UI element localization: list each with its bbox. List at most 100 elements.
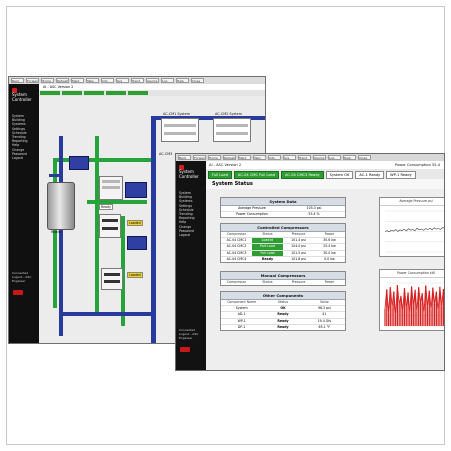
toolbar-button[interactable]: Help [343, 155, 356, 160]
back-status-chip[interactable] [62, 91, 82, 95]
sidebar-menu-item[interactable]: Systems Settings [12, 122, 38, 130]
sidebar-menu-item[interactable]: Logout [179, 233, 205, 237]
column-header: Compressor [226, 232, 247, 236]
toolbar-button[interactable]: Alarms [313, 155, 326, 160]
table-cell: Full Load [252, 250, 283, 256]
compressor-label: AC-CM1 System [163, 112, 191, 116]
toolbar-button[interactable]: Refresh [223, 155, 236, 160]
table-cell: 104.0 psi [291, 244, 306, 249]
status-tag: Loaded [127, 272, 143, 279]
toolbar-button[interactable]: Log [328, 155, 341, 160]
toolbar-button[interactable]: Alarms [146, 78, 159, 83]
blue-pipe [151, 116, 156, 343]
table-cell: Ready [277, 318, 289, 323]
back-sidebar-menu: System Building Systems Settings Schedule Tr… [12, 114, 38, 160]
table-cell: DP-1 [237, 324, 246, 329]
sidebar-footer-line: Engineer [12, 278, 26, 283]
table-cell: 65.1 °F [318, 324, 331, 329]
status-chip[interactable]: Full Load [208, 171, 232, 179]
table-cell: AD-1 [237, 312, 246, 317]
toolbar-button[interactable]: Log [161, 78, 174, 83]
compressor-unit[interactable] [99, 176, 123, 200]
other-components-panel: Other Components Component Name Status Val… [220, 291, 346, 331]
compressor-unit[interactable] [99, 214, 121, 238]
toolbar-button[interactable]: Forward [26, 78, 39, 83]
column-header: Status [277, 300, 289, 304]
toolbar-button[interactable]: Trend [298, 155, 311, 160]
table-cell: 30.0 kw [323, 250, 336, 255]
toolbar-button[interactable]: Tabs [253, 155, 266, 160]
toolbar-button[interactable]: Home [41, 78, 54, 83]
status-chip[interactable]: AC-04 CMC Full Load [233, 171, 280, 179]
dryer-motor[interactable] [69, 156, 89, 170]
table-cell: OK [280, 306, 286, 311]
column-header: Power [324, 280, 335, 284]
toolbar-button[interactable]: Tabs [86, 78, 99, 83]
back-status-chip[interactable] [40, 91, 60, 95]
pressure-chart: Average Pressure psi [379, 197, 444, 257]
toolbar-button[interactable]: Mark [71, 78, 84, 83]
compressor-label: AC-CM2 System [215, 112, 243, 116]
toolbar-button[interactable]: Info [268, 155, 281, 160]
front-header: AI - ASC Version 2 Power Consumption 55.… [206, 161, 444, 169]
system-status-window[interactable]: Back Forward Home Refresh Mark Tabs Info Sys Tre… [175, 153, 445, 371]
series-segment [393, 229, 396, 232]
table-row[interactable]: Power Consumption 55.4 % [221, 212, 345, 217]
toolbar-button[interactable]: Sys [116, 78, 129, 83]
toolbar-button[interactable]: Info [101, 78, 114, 83]
back-toolbar: Back Forward Home Refresh Mark Tabs Info Sys Tre… [9, 77, 265, 84]
air-tank[interactable] [47, 182, 75, 230]
panel-header: System Data [221, 198, 345, 206]
blue-pipe [49, 174, 59, 177]
toolbar-button[interactable]: Help [176, 78, 189, 83]
toolbar-button[interactable]: Mark [238, 155, 251, 160]
toolbar-button[interactable]: Home [208, 155, 221, 160]
toolbar-button[interactable]: Close [191, 78, 204, 83]
sidebar-menu-item[interactable]: Change Password [179, 225, 205, 233]
status-chip[interactable]: AC-1 Ready [355, 171, 385, 179]
sidebar-menu-item[interactable]: Logout [12, 156, 38, 160]
toolbar-button[interactable]: Back [178, 155, 191, 160]
chart-title: Power Consumption kW [380, 270, 444, 278]
table-cell: Power Consumption [236, 212, 268, 217]
panel-header: Controlled Compressors [221, 224, 345, 232]
table-cell: System [235, 306, 248, 311]
table-cell: AC-04 CMC1 [226, 238, 247, 243]
toolbar-button[interactable]: Refresh [56, 78, 69, 83]
toolbar-button[interactable]: Forward [193, 155, 206, 160]
status-chip[interactable]: AC-04 CMC3 Ready [281, 171, 324, 179]
column-header: Pressure [291, 280, 306, 284]
blue-pipe [59, 136, 63, 336]
compressor-unit[interactable] [101, 268, 123, 290]
column-header: Component Name [227, 300, 257, 304]
tank-label: Ready [51, 230, 62, 234]
series-segment [406, 228, 409, 232]
table-cell: 55.4 % [308, 212, 320, 217]
series-segment [421, 228, 424, 231]
blue-pipe [59, 312, 155, 316]
back-status-chip[interactable] [106, 91, 126, 95]
compressor-motor[interactable] [125, 182, 147, 198]
compressor-unit-large[interactable] [213, 118, 251, 142]
toolbar-button[interactable]: Close [358, 155, 371, 160]
logo-line-2: Controller [179, 173, 199, 179]
back-status-chip[interactable] [84, 91, 104, 95]
status-chip[interactable]: WP-1 Ready [386, 171, 416, 179]
logo-line-2: Controller [12, 96, 32, 102]
table-row[interactable]: AC-04 CMC4 Ready 101.8 psi 0.0 kw [221, 257, 345, 262]
toolbar-button[interactable]: Sys [283, 155, 296, 160]
compressor-unit-large[interactable] [161, 118, 199, 142]
status-chip[interactable]: System OK [325, 171, 354, 179]
table-row[interactable]: DP-1 Ready 65.1 °F [221, 325, 345, 330]
table-cell: 101.5 psi [291, 250, 306, 255]
sidebar-menu-item[interactable]: Change Password [12, 148, 38, 156]
column-header: Status [262, 280, 273, 284]
toolbar-button[interactable]: Trend [131, 78, 144, 83]
toolbar-button[interactable]: Back [11, 78, 24, 83]
sidebar-menu-item[interactable]: Systems Settings [179, 199, 205, 207]
back-status-chip[interactable] [128, 91, 148, 95]
panel-header: Other Components [221, 292, 345, 300]
series-segment [416, 227, 420, 231]
compressor-motor[interactable] [127, 236, 147, 250]
table-cell: AC-04 CMC3 [226, 250, 247, 255]
